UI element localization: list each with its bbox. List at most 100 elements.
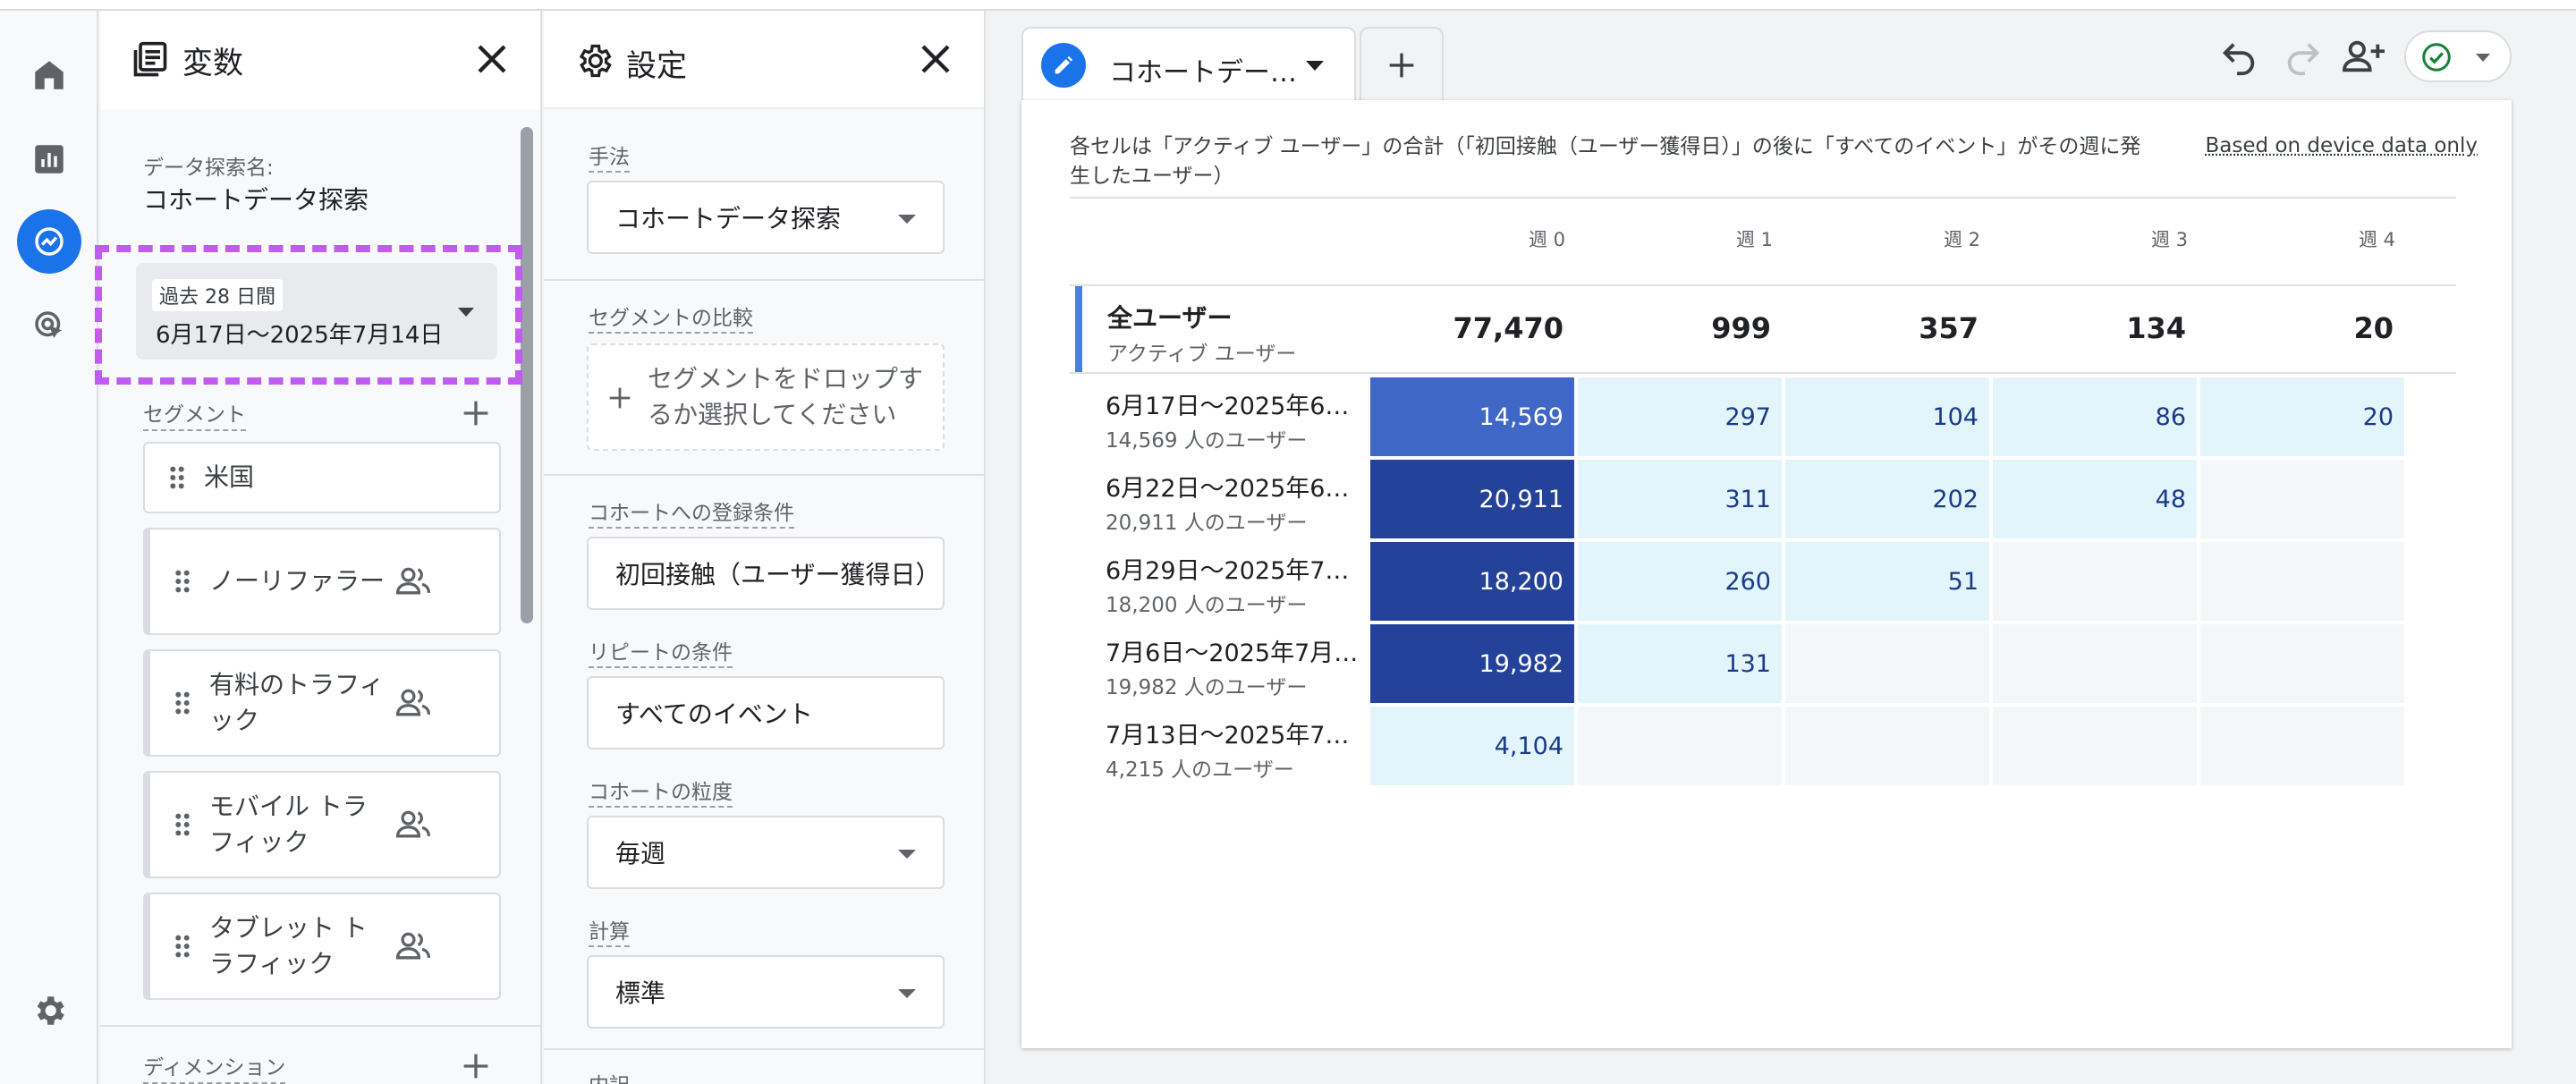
segment-label: 有料のトラフィック xyxy=(209,670,385,735)
week-header: 週 1 xyxy=(1735,229,1773,250)
inclusion-field[interactable]: 初回接触（ユーザー獲得日） xyxy=(587,537,945,610)
technique-select[interactable]: コホートデータ探索 xyxy=(587,181,945,254)
segment-label: ノーリファラー xyxy=(209,566,386,596)
return-label: リピートの条件 xyxy=(589,635,733,668)
bar-chart-icon[interactable] xyxy=(17,127,81,191)
cohort-cell[interactable] xyxy=(1993,542,2197,621)
cohort-cell[interactable]: 131 xyxy=(1578,624,1782,703)
segment-label: タブレット トラフィック xyxy=(209,913,368,978)
left-nav-rail xyxy=(0,11,98,1084)
calculation-select[interactable]: 標準 xyxy=(587,955,945,1029)
drag-handle-icon[interactable] xyxy=(174,690,191,716)
segments-label: セグメント xyxy=(143,397,246,431)
week-header: 週 0 xyxy=(1528,229,1565,250)
return-field[interactable]: すべてのイベント xyxy=(587,676,945,749)
cohort-cell[interactable]: 20,911 xyxy=(1370,460,1574,538)
total-subtitle: アクティブ ユーザー xyxy=(1107,343,1297,366)
cohort-cell[interactable]: 297 xyxy=(1578,377,1782,456)
segment-drop-zone[interactable]: セグメントをドロップするか選択してください xyxy=(587,343,945,451)
segment-item[interactable]: 米国 xyxy=(143,442,501,513)
week-header: 週 3 xyxy=(2150,229,2188,250)
date-range-value: 6月17日〜2025年7月14日 xyxy=(156,322,444,349)
total-value: 357 xyxy=(1919,311,1979,345)
cohort-user-count: 20,911 人のユーザー xyxy=(1106,512,1308,535)
cohort-cell[interactable]: 202 xyxy=(1785,460,1989,538)
cohort-cell[interactable]: 4,104 xyxy=(1370,707,1574,785)
save-status-pill[interactable] xyxy=(2404,30,2512,82)
cohort-cell[interactable]: 311 xyxy=(1578,460,1782,538)
exploration-name[interactable]: コホートデータ探索 xyxy=(143,181,369,216)
chevron-down-icon[interactable] xyxy=(1306,61,1324,71)
chevron-down-icon xyxy=(458,308,474,317)
cohort-cell[interactable]: 19,982 xyxy=(1370,624,1574,703)
undo-icon[interactable] xyxy=(2218,36,2259,77)
date-range-label: 過去 28 日間 xyxy=(152,279,283,311)
segment-item[interactable]: ノーリファラー xyxy=(143,528,501,635)
granularity-select[interactable]: 毎週 xyxy=(587,816,945,889)
cohort-user-count: 19,982 人のユーザー xyxy=(1106,676,1308,699)
cohort-cell[interactable]: 48 xyxy=(1993,460,2197,538)
tab-cohort-exploration[interactable]: コホートデー… xyxy=(1021,27,1356,102)
cohort-cell[interactable] xyxy=(1578,707,1782,785)
cohort-cell[interactable] xyxy=(1993,624,2197,703)
drag-handle-icon[interactable] xyxy=(174,568,191,595)
return-value: すべてのイベント xyxy=(615,699,813,729)
tab-label: コホートデー… xyxy=(1109,57,1297,89)
variables-scrollbar[interactable] xyxy=(521,127,533,623)
drag-handle-icon[interactable] xyxy=(168,464,186,491)
cohort-cell[interactable]: 104 xyxy=(1785,377,1989,456)
segment-label: モバイル トラフィック xyxy=(209,792,368,857)
segment-item[interactable]: タブレット トラフィック xyxy=(143,893,501,1000)
cohort-cell[interactable]: 86 xyxy=(1993,377,2197,456)
drag-handle-icon[interactable] xyxy=(174,811,191,838)
date-range-picker[interactable]: 過去 28 日間 6月17日〜2025年7月14日 xyxy=(136,263,497,360)
close-icon[interactable] xyxy=(914,38,957,80)
close-icon[interactable] xyxy=(470,38,513,80)
cohort-cell[interactable]: 20 xyxy=(2200,377,2404,456)
divider xyxy=(1070,197,2456,199)
add-tab-button[interactable] xyxy=(1360,27,1444,102)
based-on-device-data-link[interactable]: Based on device data only xyxy=(2205,134,2478,157)
cohort-cell[interactable]: 18,200 xyxy=(1370,542,1574,621)
plus-icon xyxy=(609,387,631,409)
redo-icon[interactable] xyxy=(2283,36,2324,77)
segment-compare-label: セグメントの比較 xyxy=(589,301,753,334)
chevron-down-icon xyxy=(898,989,916,998)
variables-header: 変数 xyxy=(100,11,540,109)
cohort-cell[interactable] xyxy=(2200,707,2404,785)
cohort-cell[interactable]: 14,569 xyxy=(1370,377,1574,456)
share-person-add-icon[interactable] xyxy=(2342,36,2386,77)
cohort-cell[interactable] xyxy=(1993,707,2197,785)
cohort-cell[interactable] xyxy=(2200,460,2404,538)
exploration-name-label: データ探索名: xyxy=(143,157,274,180)
explore-icon[interactable] xyxy=(17,209,81,274)
total-title: 全ユーザー xyxy=(1107,303,1233,333)
pencil-icon[interactable] xyxy=(1041,43,1086,88)
segment-item[interactable]: 有料のトラフィック xyxy=(143,649,501,757)
add-dimension-plus-icon[interactable] xyxy=(458,1048,494,1084)
cohort-cell[interactable] xyxy=(1785,624,1989,703)
total-value: 20 xyxy=(2353,311,2394,345)
add-segment-plus-icon[interactable] xyxy=(458,395,494,431)
technique-label: 手法 xyxy=(589,140,630,173)
cohort-cell[interactable]: 260 xyxy=(1578,542,1782,621)
drag-handle-icon[interactable] xyxy=(174,933,191,960)
people-icon xyxy=(395,567,431,595)
cohort-cell[interactable] xyxy=(2200,624,2404,703)
variables-icon xyxy=(133,41,167,77)
settings-gear-icon[interactable] xyxy=(17,978,81,1043)
granularity-label: コホートの粒度 xyxy=(589,775,733,808)
dimensions-label: ディメンション xyxy=(143,1050,286,1084)
segment-item[interactable]: モバイル トラフィック xyxy=(143,771,501,878)
chevron-down-icon xyxy=(2476,54,2490,62)
cohort-row-label: 7月6日〜2025年7月… 19,982 人のユーザー xyxy=(1106,633,1360,700)
segment-drop-text: セグメントをドロップするか選択してください xyxy=(648,364,924,429)
cohort-cell[interactable] xyxy=(1785,707,1989,785)
cell-description: 各セルは「アクティブ ユーザー」の合計（「初回接触（ユーザー獲得日）」の後に「す… xyxy=(1070,135,2141,188)
cohort-cell[interactable] xyxy=(2200,542,2404,621)
home-icon[interactable] xyxy=(17,43,81,107)
settings-title: 設定 xyxy=(626,48,687,84)
top-border xyxy=(0,0,2576,11)
cohort-cell[interactable]: 51 xyxy=(1785,542,1989,621)
advertising-icon[interactable] xyxy=(17,293,81,358)
